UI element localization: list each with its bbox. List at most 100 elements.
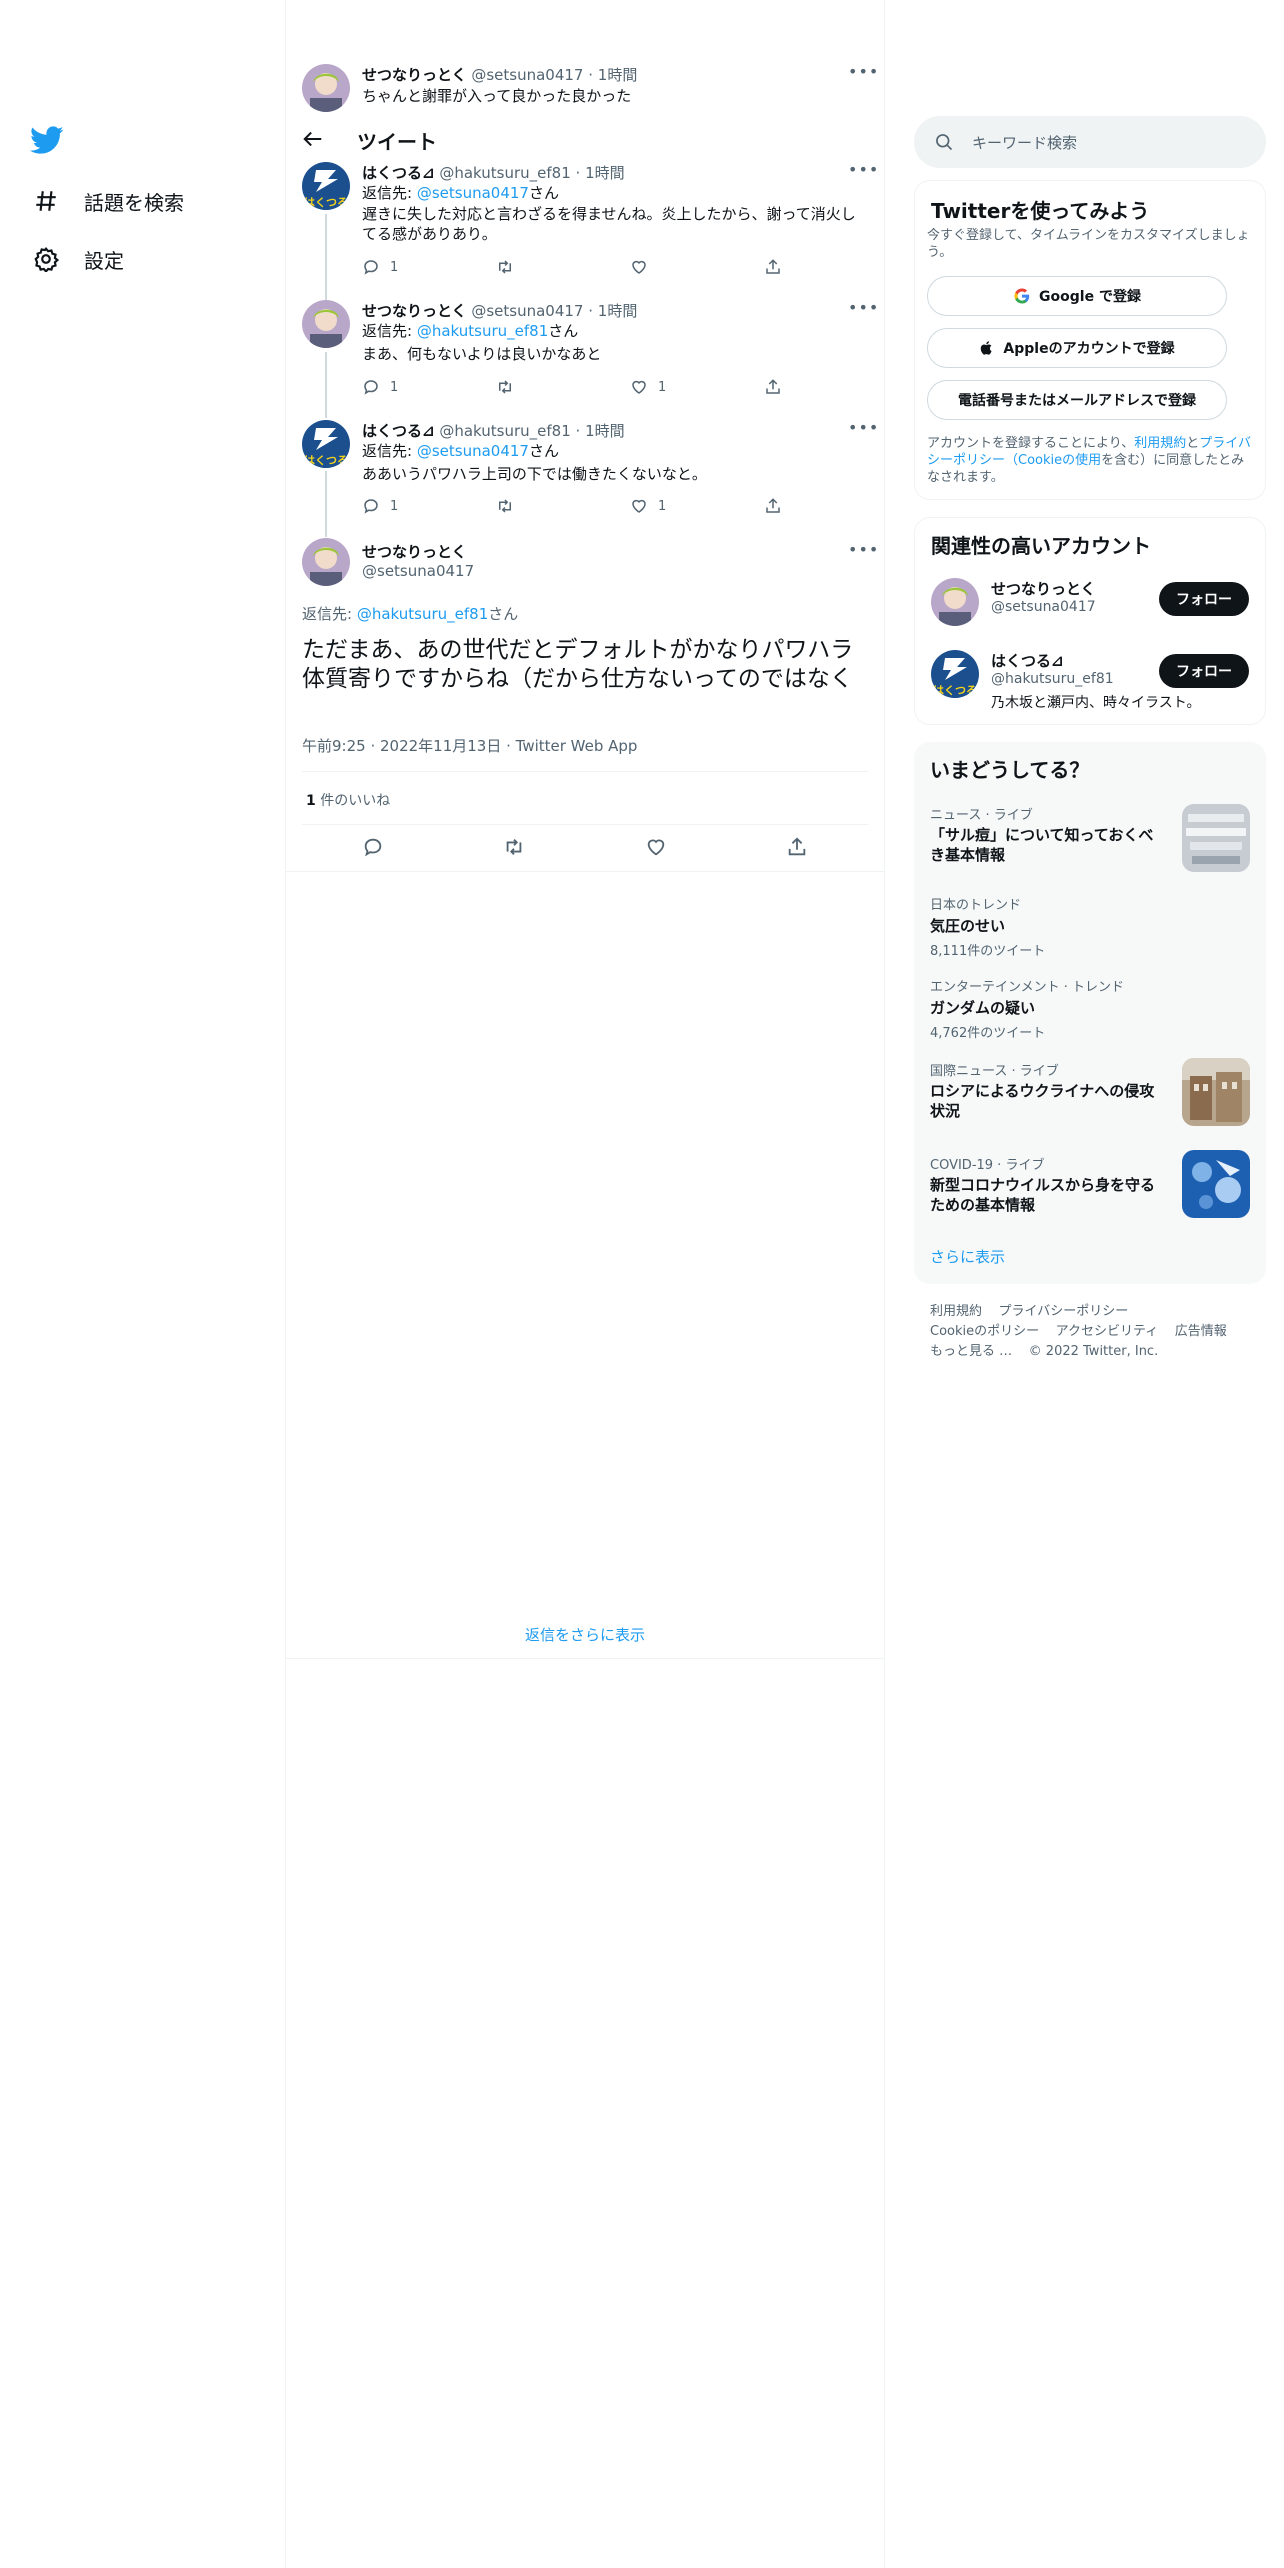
heart-icon[interactable] [645, 836, 667, 858]
tweet-meta: 午前9:25 · 2022年11月13日 · Twitter Web App [302, 737, 638, 755]
avatar[interactable]: はくつる [302, 420, 350, 468]
footer-cookie-link[interactable]: Cookieのポリシー [930, 1324, 1039, 1339]
more-options-icon[interactable]: ••• [848, 418, 879, 437]
tweet-author-name[interactable]: せつなりっとく [362, 302, 467, 320]
retweet-button[interactable] [496, 378, 630, 396]
follow-button[interactable]: フォロー [1159, 582, 1249, 616]
reply-to-user-link[interactable]: @setsuna0417 [417, 184, 529, 202]
trend-item[interactable]: COVID-19 · ライブ 新型コロナウイルスから身を守るための基本情報 [930, 1150, 1250, 1224]
more-options-icon[interactable]: ••• [848, 540, 879, 559]
footer-ads-link[interactable]: 広告情報 [1175, 1324, 1227, 1339]
phone-email-signup-button[interactable]: 電話番号またはメールアドレスで登録 [927, 380, 1227, 420]
retweet-icon[interactable] [503, 836, 525, 858]
share-icon[interactable] [786, 836, 808, 858]
tweet-time[interactable]: · 1時間 [588, 302, 637, 320]
footer-privacy-link[interactable]: プライバシーポリシー [999, 1304, 1129, 1319]
main-tweet-text: ただまあ、あの世代だとデフォルトがかなりパワハラ体質寄りですからね（だから仕方な… [302, 637, 854, 692]
reply-to-user-link[interactable]: @hakutsuru_ef81 [357, 605, 488, 623]
account-name[interactable]: せつなりっとく [991, 578, 1096, 599]
show-more-trends-link[interactable]: さらに表示 [930, 1246, 1005, 1267]
back-arrow-icon[interactable] [302, 128, 326, 152]
twitter-logo-icon[interactable] [30, 126, 64, 156]
retweet-button[interactable] [496, 497, 630, 515]
tweet-author-name[interactable]: はくつる⊿ [362, 422, 435, 440]
like-button[interactable]: 1 [630, 378, 764, 396]
trend-title: ガンダムの疑い [930, 999, 1036, 1017]
tweet-text: ああいうパワハラ上司の下では働きたくないなと。 [362, 465, 707, 483]
tweet-author-handle[interactable]: @setsuna0417 [471, 66, 583, 84]
tweet-time[interactable]: · 1時間 [588, 66, 637, 84]
account-name[interactable]: はくつる⊿ [991, 650, 1064, 671]
avatar[interactable] [931, 578, 979, 626]
nav-settings-label: 設定 [84, 248, 124, 273]
footer-terms-link[interactable]: 利用規約 [930, 1304, 982, 1319]
nav-settings[interactable]: 設定 [32, 239, 124, 279]
trend-item[interactable]: エンターテインメント · トレンド ガンダムの疑い 4,762件のツイート [930, 976, 1250, 1041]
account-handle[interactable]: @hakutsuru_ef81 [991, 671, 1114, 687]
retweet-icon [499, 380, 511, 394]
tweet-author-handle[interactable]: @setsuna0417 [471, 302, 583, 320]
footer-more-link[interactable]: もっと見る … [930, 1344, 1012, 1359]
share-button[interactable] [764, 497, 782, 515]
tweet-author-name[interactable]: せつなりっとく [362, 541, 467, 562]
tweet-author-handle[interactable]: @setsuna0417 [362, 562, 474, 580]
like-button[interactable] [630, 258, 764, 276]
avatar[interactable] [302, 538, 350, 586]
avatar[interactable]: はくつる [931, 650, 979, 698]
show-more-replies-link[interactable]: 返信をさらに表示 [286, 1624, 884, 1645]
follow-button[interactable]: フォロー [1159, 654, 1249, 688]
nav-explore[interactable]: 話題を検索 [32, 181, 184, 221]
apple-signup-button[interactable]: Appleのアカウントで登録 [927, 328, 1227, 368]
like-button[interactable]: 1 [630, 497, 764, 515]
trend-item[interactable]: ニュース · ライブ 「サル痘」について知っておくべき基本情報 [930, 804, 1250, 880]
thread-line [325, 471, 327, 537]
gear-icon [32, 245, 60, 273]
avatar[interactable] [302, 64, 350, 112]
reply-icon [364, 499, 378, 514]
reply-button[interactable]: 1 [362, 258, 496, 276]
reply-button[interactable]: 1 [362, 497, 496, 515]
share-button[interactable] [764, 378, 782, 396]
share-button[interactable] [764, 258, 782, 276]
account-handle[interactable]: @setsuna0417 [991, 599, 1096, 615]
trend-image [1182, 1058, 1250, 1126]
reply-count: 1 [390, 379, 399, 395]
tweet-time[interactable]: · 1時間 [576, 422, 625, 440]
tweet-author-handle[interactable]: @hakutsuru_ef81 [439, 422, 570, 440]
search-input[interactable]: キーワード検索 [972, 132, 1077, 153]
trend-item[interactable]: 日本のトレンド 気圧のせい 8,111件のツイート [930, 894, 1250, 959]
reply-button[interactable]: 1 [362, 378, 496, 396]
trend-count: 4,762件のツイート [930, 1026, 1046, 1041]
more-options-icon[interactable]: ••• [848, 160, 879, 179]
tweet-actions: 1 1 [362, 497, 782, 515]
share-icon [766, 379, 780, 394]
avatar[interactable] [302, 300, 350, 348]
search-bar[interactable]: キーワード検索 [914, 116, 1266, 168]
trend-image [1182, 1150, 1250, 1218]
signup-card: Twitterを使ってみよう 今すぐ登録して、タイムラインをカスタマイズしましょ… [914, 180, 1266, 500]
more-options-icon[interactable]: ••• [848, 62, 879, 81]
tweet-author-name[interactable]: せつなりっとく [362, 66, 467, 84]
tweet-author-handle[interactable]: @hakutsuru_ef81 [439, 164, 570, 182]
avatar[interactable]: はくつる [302, 162, 350, 210]
more-options-icon[interactable]: ••• [848, 298, 879, 317]
retweet-button[interactable] [496, 258, 630, 276]
tweet-author-name[interactable]: はくつる⊿ [362, 164, 435, 182]
reply-to-user-link[interactable]: @hakutsuru_ef81 [417, 322, 548, 340]
tweet-header: せつなりっとく @setsuna0417 · 1時間 [362, 300, 637, 321]
trend-item[interactable]: 国際ニュース · ライブ ロシアによるウクライナへの侵攻状況 [930, 1058, 1250, 1130]
likes-summary[interactable]: 1 件のいいね [306, 790, 390, 810]
tweet-text: 遅きに失した対応と言わざるを得ませんね。炎上したから、謝って消火してる感がありあ… [362, 205, 856, 243]
reply-to-user-link[interactable]: @setsuna0417 [417, 442, 529, 460]
hashtag-icon [32, 187, 60, 215]
reply-count: 1 [390, 498, 399, 514]
terms-link[interactable]: 利用規約 [1134, 436, 1186, 451]
reply-icon[interactable] [362, 836, 384, 858]
trend-title: 「サル痘」について知っておくべき基本情報 [930, 826, 1154, 864]
reply-to-suffix: さん [488, 605, 519, 623]
apple-icon [981, 341, 992, 355]
google-signup-button[interactable]: Google で登録 [927, 276, 1227, 316]
tweet-time[interactable]: · 1時間 [576, 164, 625, 182]
trend-title: ロシアによるウクライナへの侵攻状況 [930, 1082, 1155, 1120]
footer-accessibility-link[interactable]: アクセシビリティ [1056, 1324, 1159, 1339]
